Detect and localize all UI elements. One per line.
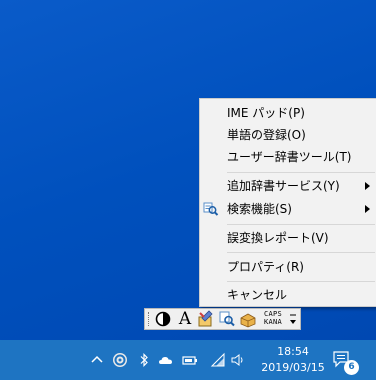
menu-separator: [227, 224, 375, 225]
menu-item-label: IME パッド(P): [227, 106, 305, 120]
ime-context-menu: IME パッド(P) 単語の登録(O) ユーザー辞書ツール(T) 追加辞書サービ…: [199, 98, 376, 307]
menu-separator: [227, 252, 375, 253]
caps-kana-indicator: CAPS KANA: [264, 310, 282, 326]
toolbox-icon[interactable]: [239, 310, 257, 328]
ime-language-bar: A CAPS KANA: [144, 308, 301, 330]
menu-item-search-function[interactable]: 検索機能(S): [200, 198, 376, 220]
menu-item-word-register[interactable]: 単語の登録(O): [200, 124, 376, 146]
volume-icon[interactable]: [230, 352, 246, 368]
taskbar: 18:54 2019/03/15 6: [0, 340, 376, 380]
menu-item-label: 検索機能(S): [227, 202, 292, 216]
menu-item-ime-pad[interactable]: IME パッド(P): [200, 102, 376, 124]
menu-item-label: 単語の登録(O): [227, 128, 306, 142]
menu-item-label: 誤変換レポート(V): [227, 231, 329, 245]
caps-label: CAPS: [264, 310, 283, 318]
menu-item-conversion-report[interactable]: 誤変換レポート(V): [200, 227, 376, 249]
menu-item-properties[interactable]: プロパティ(R): [200, 256, 376, 278]
clock-time[interactable]: 18:54: [268, 345, 318, 358]
menu-item-label: キャンセル: [227, 288, 288, 302]
chevron-up-icon[interactable]: [89, 352, 105, 368]
clock-date[interactable]: 2019/03/15: [258, 361, 328, 374]
menu-item-label: 追加辞書サービス(Y): [227, 179, 340, 193]
menu-item-cancel[interactable]: キャンセル: [200, 284, 376, 306]
sync-app-icon[interactable]: [112, 352, 128, 368]
submenu-arrow-icon: [365, 182, 370, 190]
kana-label: KANA: [264, 318, 283, 326]
input-mode-icon[interactable]: [154, 310, 172, 328]
menu-separator: [227, 281, 375, 282]
action-center-button[interactable]: 6: [330, 348, 360, 378]
ime-mode-button[interactable]: A: [176, 310, 194, 328]
menu-separator: [227, 172, 375, 173]
search-function-icon: [203, 202, 219, 216]
menu-item-label: プロパティ(R): [227, 260, 304, 274]
wifi-icon[interactable]: [210, 352, 226, 368]
menu-item-additional-dictionary[interactable]: 追加辞書サービス(Y): [200, 175, 376, 197]
drag-grip-handle[interactable]: [148, 312, 151, 326]
ime-pad-icon[interactable]: [197, 310, 215, 328]
submenu-arrow-icon: [365, 205, 370, 213]
search-icon[interactable]: [218, 310, 236, 328]
notification-count-badge: 6: [344, 360, 359, 375]
onedrive-cloud-icon[interactable]: [158, 352, 174, 368]
battery-icon[interactable]: [182, 352, 198, 368]
menu-item-label: ユーザー辞書ツール(T): [227, 150, 352, 164]
menu-item-user-dictionary-tool[interactable]: ユーザー辞書ツール(T): [200, 146, 376, 168]
bluetooth-icon[interactable]: [136, 352, 152, 368]
langbar-options-arrow-icon[interactable]: [288, 311, 298, 327]
